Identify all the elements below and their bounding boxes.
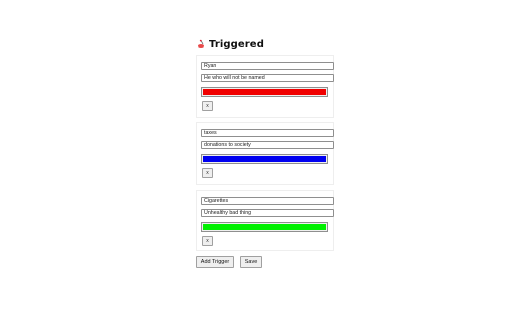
remove-trigger-button[interactable]: x [202, 168, 213, 178]
replacement-text-input[interactable]: Unhealthy bad thing [201, 209, 334, 217]
options-page: Triggered Ryan He who will not be named … [0, 0, 512, 320]
trigger-card: Ryan He who will not be named x [196, 55, 334, 118]
trigger-word-input[interactable]: taxes [201, 129, 334, 137]
triggered-logo-icon [196, 39, 206, 49]
trigger-card: taxes donations to society x [196, 122, 334, 185]
color-fill [203, 89, 326, 95]
replacement-text-input[interactable]: He who will not be named [201, 74, 334, 82]
trigger-card: Cigarettes Unhealthy bad thing x [196, 190, 334, 251]
trigger-word-input[interactable]: Ryan [201, 62, 334, 70]
trigger-word-input[interactable]: Cigarettes [201, 197, 334, 205]
remove-trigger-button[interactable]: x [202, 101, 213, 111]
color-fill [203, 224, 326, 230]
page-header: Triggered [196, 37, 264, 51]
color-picker[interactable] [201, 87, 328, 97]
color-fill [203, 156, 326, 162]
color-picker[interactable] [201, 222, 328, 232]
add-trigger-button[interactable]: Add Trigger [196, 256, 234, 268]
save-button[interactable]: Save [240, 256, 262, 268]
page-title: Triggered [209, 38, 264, 50]
replacement-text-input[interactable]: donations to society [201, 141, 334, 149]
remove-trigger-button[interactable]: x [202, 236, 213, 246]
color-picker[interactable] [201, 154, 328, 164]
